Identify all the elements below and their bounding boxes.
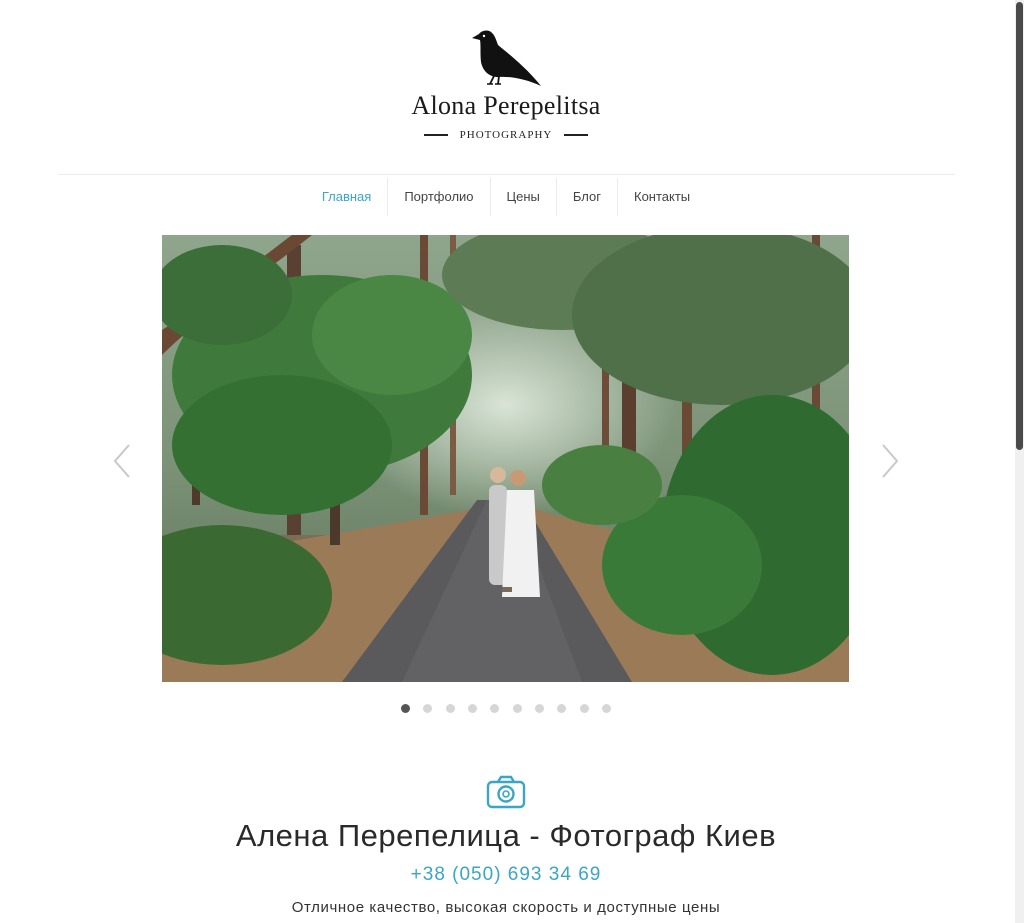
- nav-item-blog[interactable]: Блог: [557, 178, 618, 216]
- logo-subtitle: PHOTOGRAPHY: [0, 129, 1012, 141]
- logo-name: Alona Perepelitsa: [411, 91, 601, 120]
- photo-slider[interactable]: [162, 235, 849, 682]
- slider-dot[interactable]: [579, 704, 589, 713]
- slider-dot[interactable]: [602, 704, 612, 713]
- slider-dot[interactable]: [490, 704, 500, 713]
- nav-item-contacts[interactable]: Контакты: [618, 178, 706, 216]
- slider-dot[interactable]: [512, 704, 522, 713]
- nav-item-prices[interactable]: Цены: [491, 178, 557, 216]
- slider-dot[interactable]: [557, 704, 567, 713]
- page-headline: Алена Перепелица - Фотограф Киев: [235, 818, 777, 853]
- slider-dot[interactable]: [467, 704, 477, 713]
- slide-photo: [162, 235, 849, 682]
- logo-subtitle-text: PHOTOGRAPHY: [459, 129, 553, 141]
- scrollbar-thumb[interactable]: [1016, 2, 1023, 450]
- scrollbar[interactable]: [1015, 0, 1024, 923]
- logo-divider-left: [423, 134, 448, 136]
- slider-dot[interactable]: [400, 704, 410, 713]
- main-nav: Главная Портфолио Цены Блог Контакты: [0, 178, 1012, 216]
- phone-link[interactable]: +38 (050) 693 34 69: [0, 864, 1012, 886]
- nav-item-home[interactable]: Главная: [306, 178, 389, 216]
- camera-icon: [486, 775, 526, 809]
- bird-icon: [472, 30, 541, 86]
- slider-dot[interactable]: [535, 704, 545, 713]
- slider-dot[interactable]: [445, 704, 455, 713]
- slider-pagination: [0, 704, 1012, 713]
- slider-dot[interactable]: [423, 704, 433, 713]
- header-divider: [58, 174, 955, 175]
- chevron-left-icon[interactable]: [112, 443, 132, 479]
- site-logo[interactable]: Alona Perepelitsa PHOTOGRAPHY: [0, 28, 1012, 141]
- tagline: Отличное качество, высокая скорость и до…: [291, 899, 721, 916]
- nav-item-portfolio[interactable]: Портфолио: [388, 178, 491, 216]
- logo-divider-right: [564, 134, 589, 136]
- chevron-right-icon[interactable]: [880, 443, 900, 479]
